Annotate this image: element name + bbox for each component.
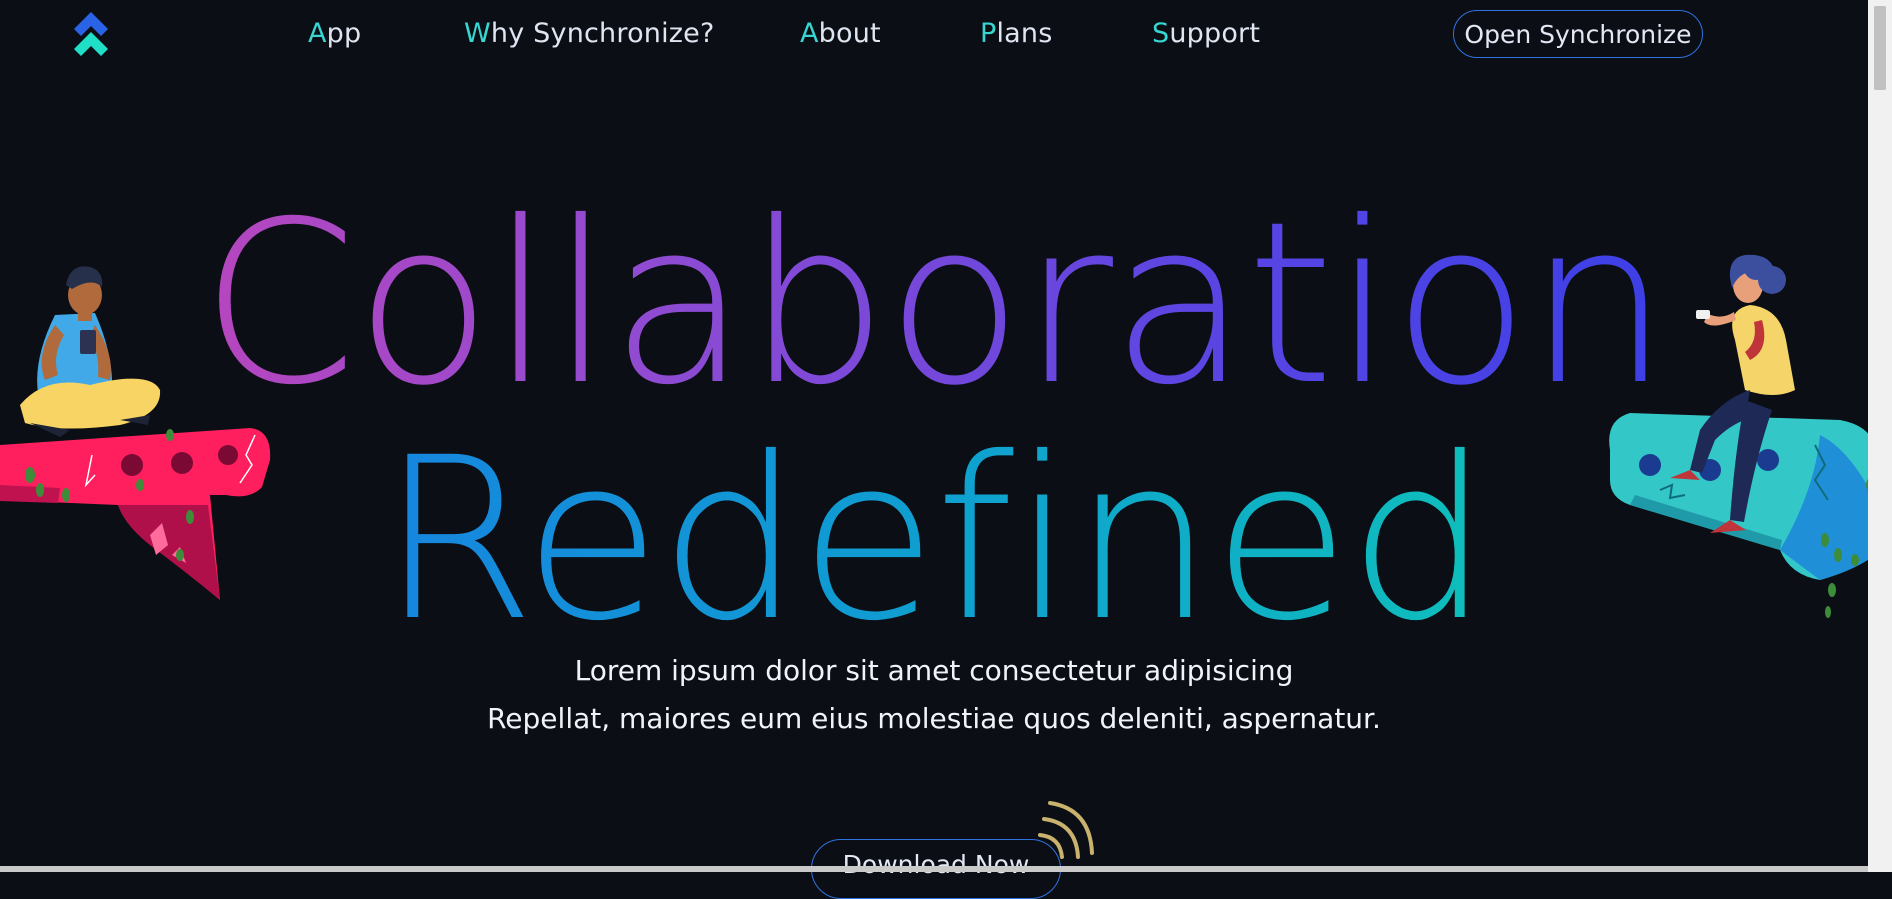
open-synchronize-button[interactable]: Open Synchronize — [1453, 10, 1703, 58]
hero-title-line1: Collaboration — [0, 192, 1868, 416]
nav-plans[interactable]: Plans — [980, 18, 1053, 49]
scrollbar-track[interactable] — [1868, 0, 1892, 872]
nav-why-synchronize[interactable]: Why Synchronize? — [464, 18, 715, 49]
bottom-edge-bar — [0, 866, 1868, 872]
logo-icon[interactable] — [70, 12, 112, 58]
hero-subtitle-line1: Lorem ipsum dolor sit amet consectetur a… — [574, 654, 1294, 687]
nav-support[interactable]: Support — [1152, 18, 1260, 49]
hero-subtitle-line2: Repellat, maiores eum eius molestiae quo… — [487, 702, 1381, 735]
nav-app[interactable]: App — [308, 18, 361, 49]
nav-about[interactable]: About — [800, 18, 881, 49]
scrollbar-thumb[interactable] — [1874, 6, 1886, 90]
hero-title-line2: Redefined — [0, 428, 1868, 652]
